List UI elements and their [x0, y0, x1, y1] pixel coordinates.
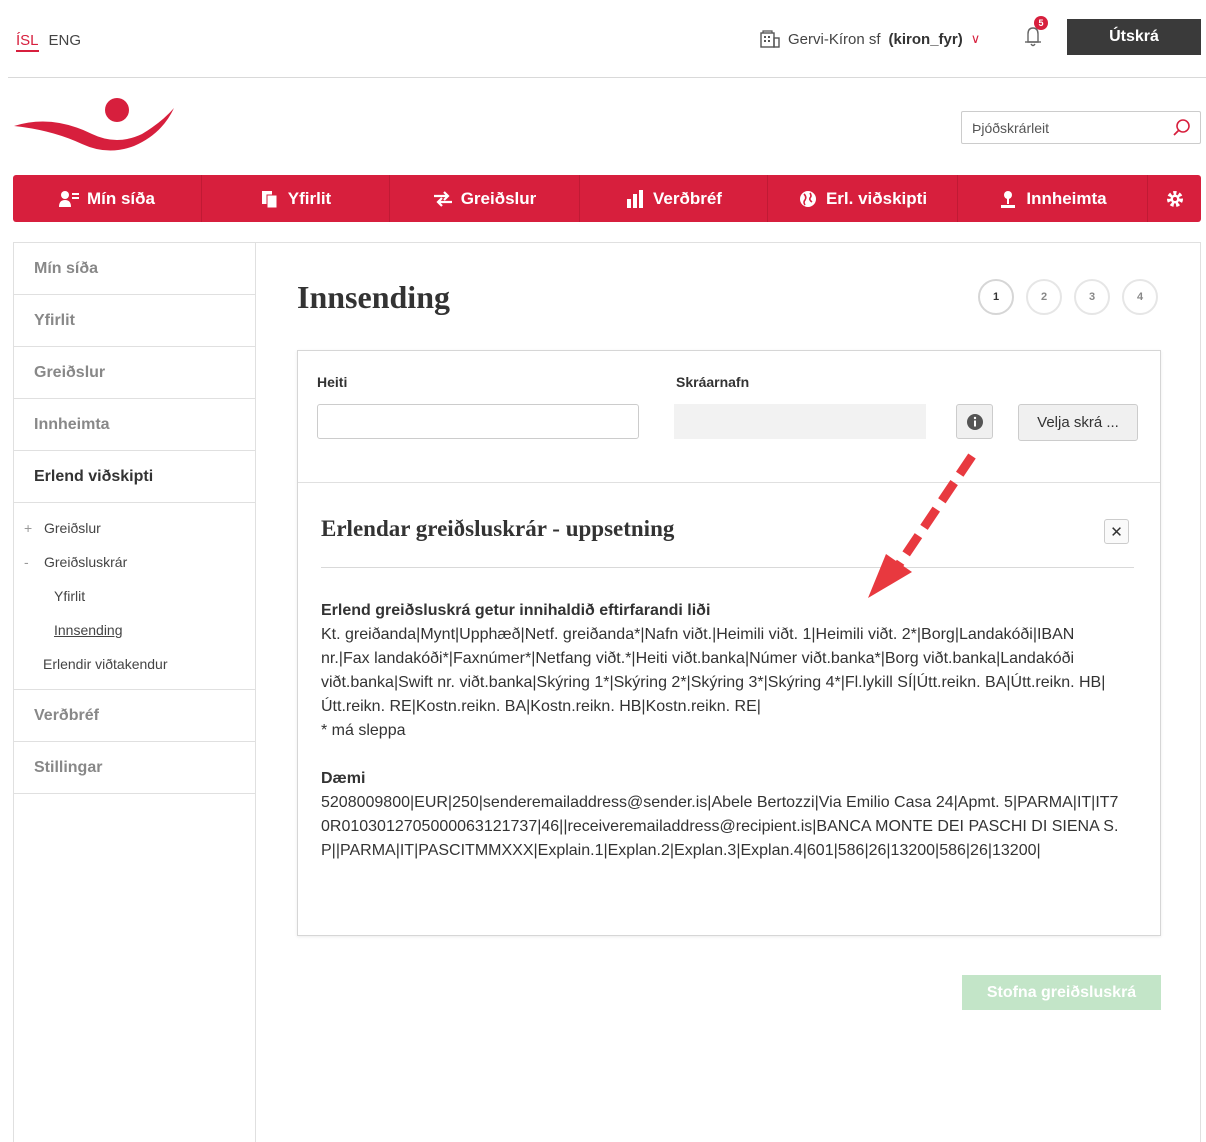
- registry-search-input[interactable]: [962, 112, 1162, 143]
- info-icon: [966, 413, 983, 430]
- main-nav: Mín síða Yfirlit Greiðslur Verðbréf Erl.…: [13, 175, 1201, 222]
- nav-label: Greiðslur: [460, 188, 537, 208]
- submission-panel: Heiti Skráarnafn Velja skrá ... Erlendar…: [297, 350, 1161, 936]
- divider: [298, 482, 1160, 483]
- sidebar-item-my-page[interactable]: Mín síða: [14, 243, 255, 295]
- close-button[interactable]: ✕: [1104, 519, 1129, 544]
- sidebar-subnav: + Greiðslur - Greiðsluskrár Yfirlit Inns…: [14, 503, 255, 690]
- sidebar-item-label: Stillingar: [34, 758, 103, 776]
- subnav-label: Erlendir viðtakendur: [43, 656, 168, 672]
- registry-search: [961, 111, 1201, 144]
- username: (kiron_fyr): [888, 30, 963, 48]
- divider: [321, 567, 1134, 568]
- content-frame: Mín síða Yfirlit Greiðslur Innheimta Erl…: [13, 242, 1201, 1142]
- sidebar-item-label: Greiðslur: [34, 363, 106, 381]
- building-icon: [760, 30, 780, 48]
- info-title: Erlendar greiðsluskrár - uppsetning: [321, 516, 675, 541]
- nav-collection[interactable]: Innheimta: [958, 175, 1148, 222]
- company-selector[interactable]: Gervi-Kíron sf (kiron_fyr) ∨: [760, 30, 980, 48]
- subnav-label: Greiðslur: [44, 520, 101, 536]
- nav-label: Innheimta: [1026, 188, 1107, 208]
- company-name: Gervi-Kíron sf: [788, 30, 881, 48]
- sidebar: Mín síða Yfirlit Greiðslur Innheimta Erl…: [14, 243, 256, 1142]
- step-2: 2: [1026, 279, 1062, 315]
- documents-icon: [260, 190, 280, 208]
- sidebar-item-label: Mín síða: [34, 259, 99, 277]
- fields-heading: Erlend greiðsluskrá getur innihaldið eft…: [321, 602, 711, 619]
- notifications-button[interactable]: 5: [1022, 16, 1048, 50]
- top-bar: ÍSL ENG Gervi-Kíron sf (kiron_fyr) ∨ 5 Ú…: [8, 0, 1206, 78]
- nav-label: Yfirlit: [287, 188, 332, 208]
- optional-note: * má sleppa: [321, 722, 406, 739]
- nav-label: Mín síða: [86, 188, 155, 208]
- user-upload-icon: [998, 190, 1018, 208]
- sidebar-item-payments[interactable]: Greiðslur: [14, 347, 255, 399]
- notification-badge: 5: [1034, 16, 1048, 30]
- nav-overview[interactable]: Yfirlit: [202, 175, 390, 222]
- nav-securities[interactable]: Verðbréf: [580, 175, 768, 222]
- expand-icon: +: [24, 520, 33, 536]
- transfer-arrows-icon: [433, 190, 453, 208]
- subnav-label: Innsending: [54, 622, 123, 638]
- choose-file-button[interactable]: Velja skrá ...: [1018, 404, 1138, 441]
- step-3: 3: [1074, 279, 1110, 315]
- sidebar-item-settings[interactable]: Stillingar: [14, 742, 255, 794]
- language-switcher: ÍSL ENG: [16, 32, 81, 52]
- search-icon[interactable]: [1172, 118, 1192, 138]
- lang-isl[interactable]: ÍSL: [16, 32, 39, 52]
- subnav-item-submission[interactable]: Innsending: [14, 613, 255, 647]
- step-indicator: 1 2 3 4: [978, 279, 1170, 315]
- fields-text: Kt. greiðanda|Mynt|Upphæð|Netf. greiðand…: [321, 626, 1106, 715]
- heiti-input[interactable]: [317, 404, 639, 439]
- subnav-item-payment-files[interactable]: - Greiðsluskrár: [14, 545, 255, 579]
- sidebar-item-overview[interactable]: Yfirlit: [14, 295, 255, 347]
- nav-my-page[interactable]: Mín síða: [13, 175, 202, 222]
- step-1: 1: [978, 279, 1014, 315]
- bank-logo: [14, 98, 174, 151]
- example-heading: Dæmi: [321, 770, 366, 787]
- bar-chart-icon: [625, 189, 645, 208]
- sidebar-item-collection[interactable]: Innheimta: [14, 399, 255, 451]
- file-name-label: Skráarnafn: [676, 374, 750, 390]
- subnav-item-files-overview[interactable]: Yfirlit: [14, 579, 255, 613]
- create-payment-file-button[interactable]: Stofna greiðsluskrá: [962, 975, 1161, 1010]
- sidebar-item-label: Erlend viðskipti: [34, 467, 154, 485]
- heiti-label: Heiti: [317, 374, 348, 390]
- file-name-field: [674, 404, 926, 439]
- subnav-label: Yfirlit: [54, 588, 86, 604]
- step-4: 4: [1122, 279, 1158, 315]
- main-content: Innsending 1 2 3 4 Heiti Skráarnafn Velj…: [256, 243, 1200, 1142]
- subnav-item-foreign-recipients[interactable]: Erlendir viðtakendur: [14, 647, 255, 681]
- info-button[interactable]: [956, 404, 993, 439]
- nav-foreign-business[interactable]: Erl. viðskipti: [768, 175, 958, 222]
- subnav-label: Greiðsluskrár: [44, 554, 128, 570]
- example-text: 5208009800|EUR|250|senderemailaddress@se…: [321, 794, 1119, 859]
- chevron-down-icon: ∨: [970, 31, 981, 46]
- close-icon: ✕: [1110, 523, 1123, 541]
- sidebar-item-foreign-business[interactable]: Erlend viðskipti: [14, 451, 255, 503]
- sidebar-item-securities[interactable]: Verðbréf: [14, 690, 255, 742]
- user-list-icon: [58, 190, 79, 208]
- nav-settings[interactable]: [1148, 175, 1201, 222]
- nav-payments[interactable]: Greiðslur: [390, 175, 580, 222]
- lang-eng[interactable]: ENG: [49, 32, 82, 52]
- globe-icon: [798, 190, 818, 208]
- info-description: Erlend greiðsluskrá getur innihaldið eft…: [321, 599, 1121, 863]
- collapse-icon: -: [24, 554, 29, 570]
- page-title: Innsending: [297, 279, 450, 315]
- nav-label: Erl. viðskipti: [825, 188, 928, 208]
- subnav-item-payments[interactable]: + Greiðslur: [14, 511, 255, 545]
- sidebar-item-label: Innheimta: [34, 415, 110, 433]
- logout-button[interactable]: Útskrá: [1067, 19, 1201, 55]
- sidebar-item-label: Yfirlit: [34, 311, 75, 329]
- nav-label: Verðbréf: [653, 188, 722, 208]
- gear-icon: [1165, 190, 1185, 208]
- sidebar-item-label: Verðbréf: [34, 706, 99, 724]
